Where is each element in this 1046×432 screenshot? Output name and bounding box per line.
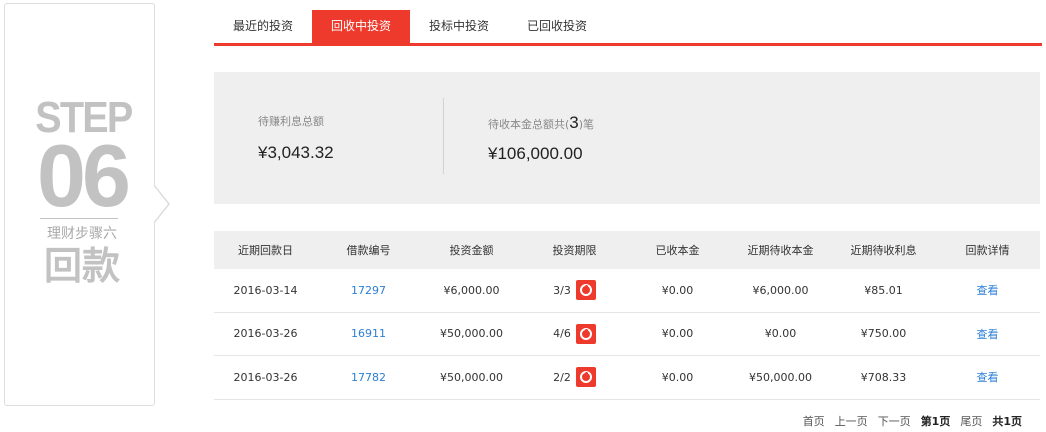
principal-total-label: 待收本金总额共(3)笔 bbox=[488, 113, 594, 133]
row-pending-interest: ¥85.01 bbox=[864, 283, 903, 297]
header-period: 投资期限 bbox=[552, 244, 597, 257]
loan-id-link[interactable]: 17782 bbox=[317, 356, 420, 399]
step-subtitle: 理财步骤六 bbox=[47, 226, 117, 242]
page-last-link[interactable]: 尾页 bbox=[960, 413, 982, 429]
row-received: ¥0.00 bbox=[661, 327, 694, 341]
principal-label-prefix: 待收本金总额共 bbox=[488, 118, 565, 131]
row-date: 2016-03-26 bbox=[233, 327, 298, 341]
header-amount: 投资金额 bbox=[449, 244, 494, 257]
row-period: 4/6 bbox=[523, 313, 626, 356]
principal-total-value: ¥106,000.00 bbox=[488, 144, 583, 163]
view-detail-link[interactable]: 查看 bbox=[935, 313, 1040, 356]
loan-id-link[interactable]: 17297 bbox=[317, 269, 420, 312]
repayment-table: 近期回款日 借款编号 投资金额 投资期限 已收本金 近期待收本金 近期待收利息 … bbox=[214, 231, 1040, 400]
row-period: 3/3 bbox=[523, 269, 626, 312]
table-row: 2016-03-26 17782 ¥50,000.00 2/2 ¥0.00 ¥5… bbox=[214, 356, 1040, 400]
row-pending-interest: ¥708.33 bbox=[860, 370, 907, 384]
principal-count: 3 bbox=[569, 113, 579, 132]
tab-recovering[interactable]: 回收中投资 bbox=[312, 10, 410, 43]
period-text: 3/3 bbox=[553, 283, 571, 297]
row-amount: ¥6,000.00 bbox=[443, 283, 500, 297]
table-header: 近期回款日 借款编号 投资金额 投资期限 已收本金 近期待收本金 近期待收利息 … bbox=[214, 231, 1040, 269]
interest-total-label: 待赚利息总额 bbox=[258, 115, 324, 128]
row-date: 2016-03-26 bbox=[233, 370, 298, 384]
loan-id-link[interactable]: 16911 bbox=[317, 313, 420, 356]
header-detail: 回款详情 bbox=[965, 244, 1010, 257]
period-text: 4/6 bbox=[553, 327, 571, 341]
row-amount: ¥50,000.00 bbox=[440, 370, 503, 384]
row-amount: ¥50,000.00 bbox=[440, 327, 503, 341]
header-pending-interest: 近期待收利息 bbox=[850, 244, 917, 257]
row-pending-principal: ¥6,000.00 bbox=[752, 283, 809, 297]
view-detail-link[interactable]: 查看 bbox=[935, 356, 1040, 399]
step-title: 回款 bbox=[43, 244, 120, 288]
interest-total-value: ¥3,043.32 bbox=[258, 143, 334, 162]
period-clock-icon bbox=[575, 280, 596, 301]
tab-recent[interactable]: 最近的投资 bbox=[214, 10, 312, 43]
page-prev-link[interactable]: 上一页 bbox=[835, 413, 868, 429]
page-first-link[interactable]: 首页 bbox=[803, 413, 825, 429]
investment-tabs: 最近的投资 回收中投资 投标中投资 已回收投资 bbox=[214, 10, 1042, 46]
row-pending-principal: ¥50,000.00 bbox=[749, 370, 812, 384]
period-clock-icon bbox=[575, 367, 596, 388]
header-loan-id: 借款编号 bbox=[346, 244, 391, 257]
tab-bidding[interactable]: 投标中投资 bbox=[410, 10, 508, 43]
step-number: 06 bbox=[37, 126, 131, 225]
view-detail-link[interactable]: 查看 bbox=[935, 269, 1040, 312]
row-received: ¥0.00 bbox=[661, 370, 694, 384]
row-pending-principal: ¥0.00 bbox=[764, 327, 797, 341]
row-pending-interest: ¥750.00 bbox=[860, 327, 907, 341]
row-received: ¥0.00 bbox=[661, 283, 694, 297]
page-next-link[interactable]: 下一页 bbox=[878, 413, 911, 429]
period-text: 2/2 bbox=[553, 370, 571, 384]
table-row: 2016-03-14 17297 ¥6,000.00 3/3 ¥0.00 ¥6,… bbox=[214, 269, 1040, 313]
step-divider bbox=[40, 218, 118, 219]
period-clock-icon bbox=[575, 323, 596, 344]
tab-recovered[interactable]: 已回收投资 bbox=[508, 10, 606, 43]
header-received: 已收本金 bbox=[655, 244, 700, 257]
summary-divider bbox=[443, 98, 444, 174]
row-period: 2/2 bbox=[523, 356, 626, 399]
table-row: 2016-03-26 16911 ¥50,000.00 4/6 ¥0.00 ¥0… bbox=[214, 312, 1040, 356]
header-pending-principal: 近期待收本金 bbox=[747, 244, 814, 257]
header-date: 近期回款日 bbox=[238, 244, 293, 257]
row-date: 2016-03-14 bbox=[233, 283, 298, 297]
page-current: 第1页 bbox=[920, 415, 951, 428]
page-total: 共1页 bbox=[992, 415, 1022, 428]
pagination: 首页 上一页 下一页 第1页 尾页 共1页 bbox=[803, 413, 1022, 429]
principal-label-suffix: )笔 bbox=[578, 118, 595, 131]
summary-panel: 待赚利息总额 ¥3,043.32 待收本金总额共(3)笔 ¥106,000.00 bbox=[214, 72, 1040, 204]
